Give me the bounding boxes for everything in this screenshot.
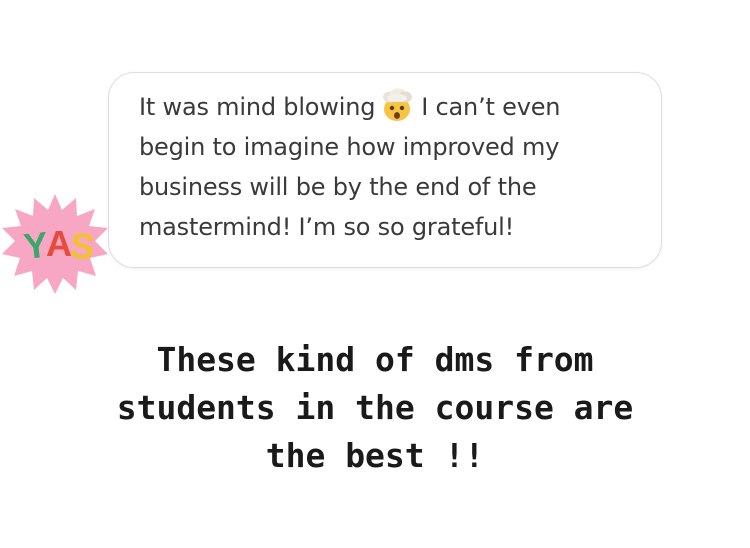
dm-line-1: It was mind blowing I can’t even	[139, 87, 649, 127]
dm-line-4: mastermind! I’m so so grateful!	[139, 213, 515, 241]
caption-line-1: These kind of dms from	[156, 340, 594, 379]
dm-line-2: begin to imagine how improved my	[139, 133, 560, 161]
yas-burst-icon: Y A S	[2, 194, 108, 294]
dm-message-bubble: It was mind blowing I can’t even begin t…	[108, 72, 662, 268]
yas-sticker[interactable]: Y A S	[0, 192, 110, 296]
dm-line-1b-text: I can’t even	[421, 93, 561, 121]
caption-line-2: students in the course are	[116, 388, 634, 427]
caption-line-3: the best !!	[265, 436, 485, 475]
dm-line-1-text: It was mind blowing	[139, 93, 376, 121]
story-canvas: It was mind blowing I can’t even begin t…	[0, 0, 750, 548]
dm-message-text: It was mind blowing I can’t even begin t…	[139, 87, 649, 247]
exploding-head-icon	[383, 88, 413, 121]
story-caption: These kind of dms from students in the c…	[20, 336, 730, 480]
yas-letter-s: S	[68, 224, 96, 267]
dm-line-3: business will be by the end of the	[139, 173, 537, 201]
